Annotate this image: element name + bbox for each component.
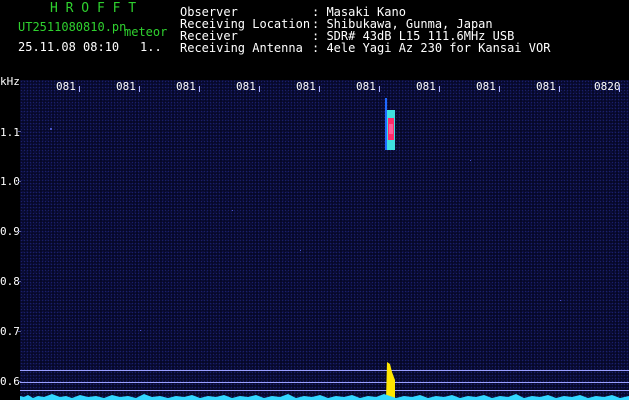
reference-lines	[20, 370, 629, 391]
noise-baseline	[20, 394, 629, 400]
spectrogram-window: H R O F F T UT2511080810.pn meteor 25.11…	[0, 0, 629, 400]
overlay-graphics	[18, 86, 629, 400]
meteor-echo	[385, 98, 395, 150]
vor-carrier	[386, 362, 395, 400]
